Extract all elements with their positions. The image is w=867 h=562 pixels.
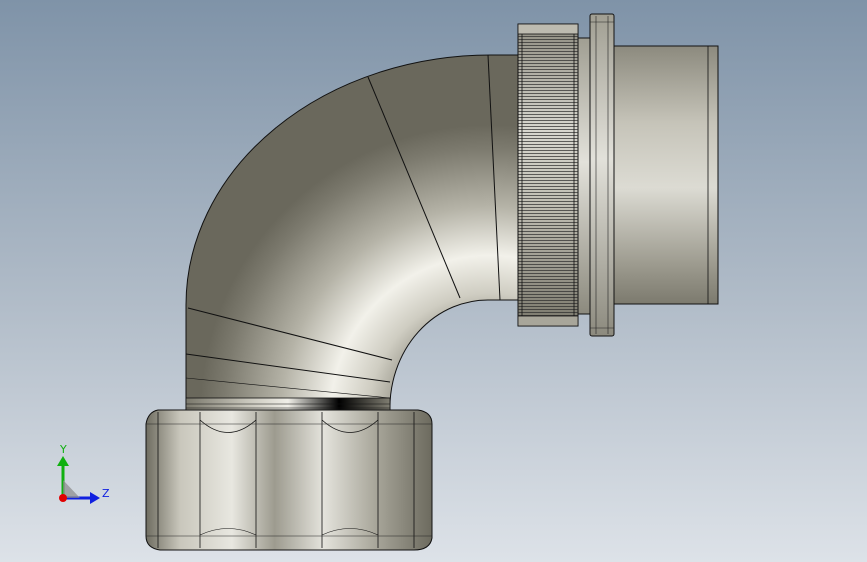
hex-nut [145, 409, 433, 551]
elbow-fitting-model[interactable] [0, 0, 867, 562]
z-axis-arrow [90, 492, 100, 504]
y-axis-arrow [57, 456, 69, 466]
elbow-bend [185, 54, 519, 413]
outlet-tube [599, 45, 719, 305]
flange [577, 13, 615, 337]
axis-triad [57, 456, 100, 504]
z-axis-label: Z [102, 487, 110, 500]
x-axis-dot [59, 494, 67, 502]
y-axis-label: Y [60, 443, 67, 456]
cad-viewport[interactable]: Y Z [0, 0, 867, 562]
knurled-nut [517, 23, 579, 327]
